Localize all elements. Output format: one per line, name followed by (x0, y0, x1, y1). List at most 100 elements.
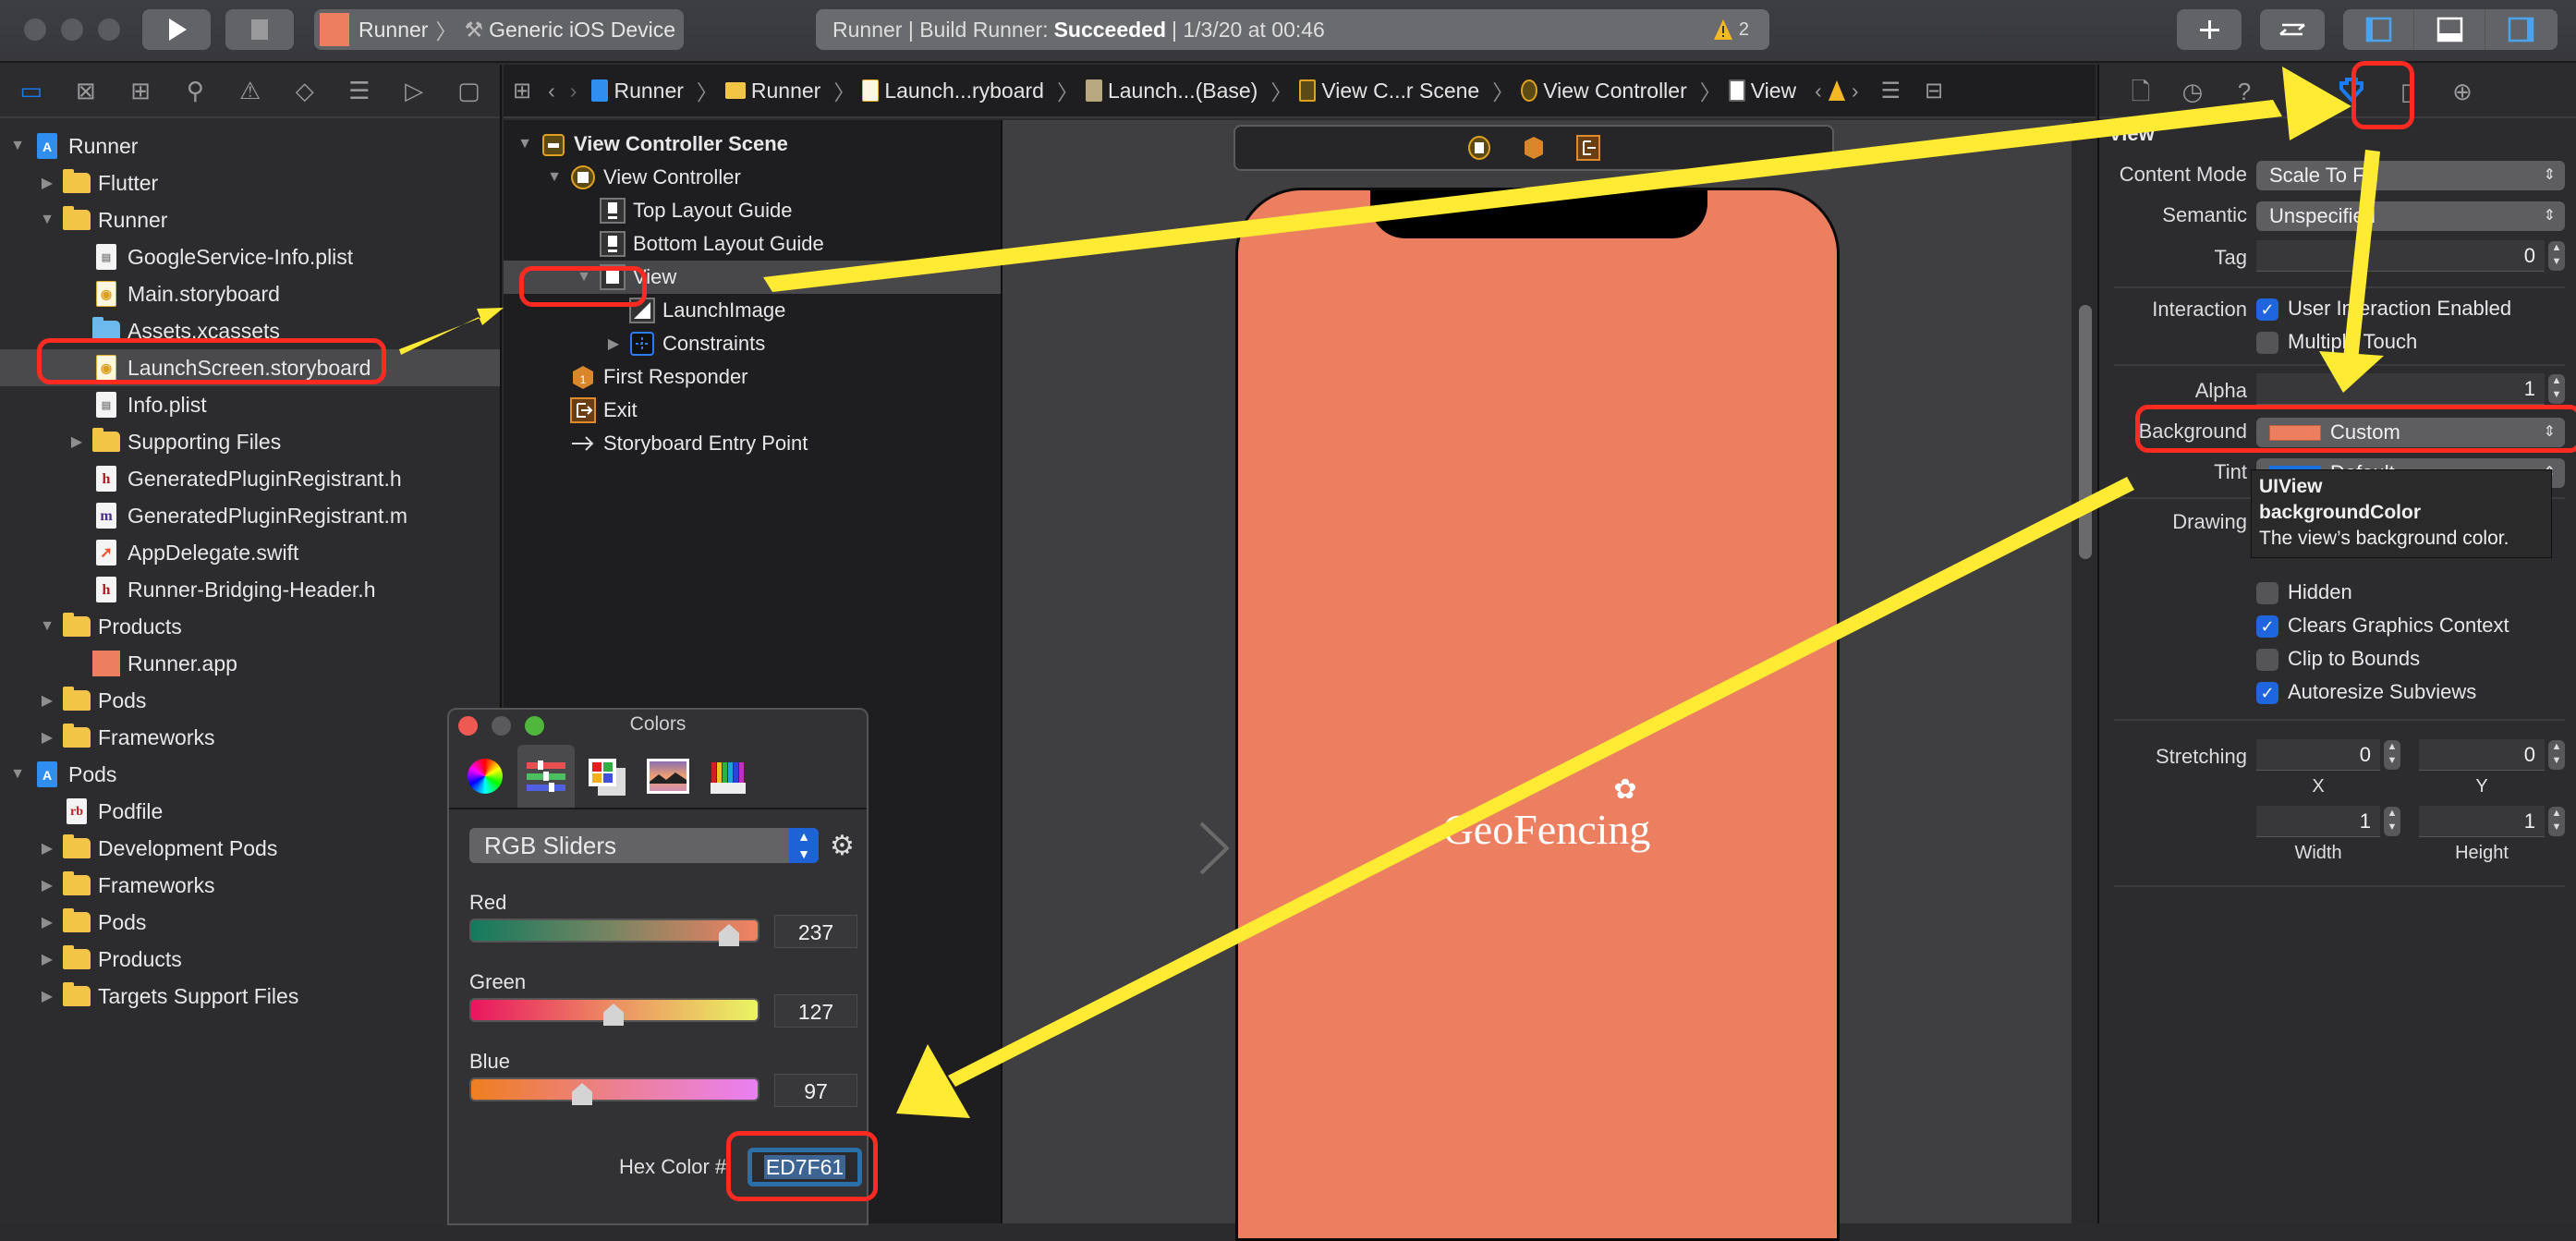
disclosure-right-icon[interactable]: ▶ (39, 839, 55, 858)
navigator-item[interactable]: ▶ Products (0, 941, 500, 978)
navigator-item[interactable]: rb Podfile (0, 793, 500, 830)
zoom-window-button[interactable] (98, 18, 120, 41)
color-mode-select[interactable]: RGB Sliders ▲ ▼ (469, 828, 819, 863)
disclosure-right-icon[interactable]: ▶ (68, 432, 85, 451)
first-responder-icon[interactable] (1523, 135, 1545, 161)
toggle-navigator-button[interactable] (2343, 9, 2414, 50)
outline-item[interactable]: Bottom Layout Guide (504, 227, 1001, 261)
navigator-item[interactable]: ▶ Development Pods (0, 830, 500, 867)
alpha-stepper[interactable]: ▲ ▼ (2548, 374, 2565, 404)
outline-item[interactable]: Top Layout Guide (504, 194, 1001, 227)
clears-graphics-checkbox[interactable]: ✓ (2256, 615, 2278, 638)
outline-item[interactable]: 1 First Responder (504, 360, 1001, 394)
toggle-inspector-button[interactable] (2485, 9, 2557, 50)
user-interaction-checkbox[interactable]: ✓ (2256, 298, 2278, 321)
navigator-item[interactable]: ▼ A Pods (0, 756, 500, 793)
navigator-item[interactable]: ▶ Targets Support Files (0, 978, 500, 1015)
disclosure-down-icon[interactable]: ▼ (9, 766, 26, 783)
navigator-item[interactable]: ▶ Frameworks (0, 867, 500, 904)
forward-button[interactable]: › (570, 79, 577, 103)
disclosure-down-icon[interactable]: ▼ (516, 136, 533, 152)
navigator-item[interactable]: ▶ Pods (0, 682, 500, 719)
background-color-select[interactable]: Custom ⇕ (2256, 418, 2565, 447)
outline-item[interactable]: LaunchImage (504, 294, 1001, 327)
outline-item[interactable]: ▼ View Controller (504, 161, 1001, 194)
color-sliders-tab[interactable] (517, 745, 575, 808)
test-icon[interactable]: ◇ (291, 77, 319, 104)
stop-button[interactable] (225, 9, 294, 50)
navigator-item[interactable]: h GeneratedPluginRegistrant.h (0, 460, 500, 497)
report-icon[interactable]: ▢ (455, 77, 482, 104)
view-controller-icon[interactable] (1467, 135, 1491, 161)
add-editor-icon[interactable]: ⊟ (1925, 78, 1943, 104)
navigator-item[interactable]: Assets.xcassets (0, 312, 500, 349)
clip-bounds-checkbox[interactable] (2256, 649, 2278, 671)
outline-item[interactable]: ▶ Constraints (504, 327, 1001, 360)
stretch-height-stepper[interactable]: ▲ ▼ (2548, 807, 2565, 836)
navigator-item[interactable]: ▤ Info.plist (0, 386, 500, 423)
toggle-debug-button[interactable] (2414, 9, 2485, 50)
navigator-item[interactable]: m GeneratedPluginRegistrant.m (0, 497, 500, 534)
outline-item[interactable]: ▼ View Controller Scene (504, 128, 1001, 161)
breadcrumb-item[interactable]: View C...r Scene (1299, 79, 1479, 103)
breadcrumb-item[interactable]: Runner (591, 79, 684, 103)
blue-value-field[interactable]: 97 (774, 1074, 857, 1107)
exit-icon[interactable] (1576, 135, 1600, 161)
back-button[interactable]: ‹ (548, 79, 555, 103)
navigator-item[interactable]: ▤ GoogleService-Info.plist (0, 238, 500, 275)
warning-icon[interactable] (1828, 79, 1846, 102)
navigator-item[interactable]: Runner.app (0, 645, 500, 682)
source-control-icon[interactable]: ⊠ (72, 77, 100, 104)
entry-point-arrow[interactable] (1090, 821, 1229, 876)
stretch-width-stepper[interactable]: ▲ ▼ (2384, 807, 2400, 836)
color-palettes-tab[interactable] (578, 745, 636, 808)
tag-field[interactable]: 0 (2256, 240, 2545, 272)
hex-color-field[interactable]: ED7F61 (747, 1148, 862, 1186)
identity-inspector-icon[interactable]: ▤ (2282, 78, 2310, 105)
blue-slider[interactable] (469, 1077, 759, 1105)
red-slider[interactable] (469, 919, 759, 946)
tag-stepper[interactable]: ▲ ▼ (2548, 241, 2565, 271)
disclosure-right-icon[interactable]: ▶ (39, 950, 55, 968)
warning-badge[interactable]: 2 (1713, 18, 1749, 41)
stretch-height-field[interactable]: 1 (2419, 806, 2545, 837)
disclosure-right-icon[interactable]: ▶ (605, 335, 622, 353)
breadcrumb-item[interactable]: View Controller (1521, 79, 1687, 103)
file-inspector-icon[interactable]: 🗋 (2127, 78, 2155, 105)
symbol-navigator-icon[interactable]: ⊞ (127, 77, 154, 104)
disclosure-down-icon[interactable]: ▼ (39, 212, 55, 228)
disclosure-right-icon[interactable]: ▶ (39, 987, 55, 1005)
debug-icon[interactable]: ☰ (346, 77, 373, 104)
document-items-icon[interactable]: ☰ (1881, 78, 1902, 104)
library-button[interactable] (2177, 9, 2242, 50)
run-button[interactable] (142, 9, 211, 50)
outline-item[interactable]: Storyboard Entry Point (504, 427, 1001, 460)
color-wheel-tab[interactable] (456, 745, 514, 808)
navigator-item[interactable]: ▶ Frameworks (0, 719, 500, 756)
navigator-item[interactable]: ▼ Runner (0, 201, 500, 238)
issue-prev-button[interactable]: ‹ (1815, 79, 1822, 103)
green-value-field[interactable]: 127 (774, 994, 857, 1028)
green-slider-thumb[interactable] (603, 1004, 624, 1026)
navigator-item[interactable]: ▶ Pods (0, 904, 500, 941)
scheme-selector[interactable]: Runner 〉 ⚒ Generic iOS Device (314, 9, 684, 50)
close-window-button[interactable] (24, 18, 46, 41)
attributes-inspector-icon[interactable] (2338, 78, 2365, 105)
hidden-checkbox[interactable] (2256, 582, 2278, 604)
red-slider-thumb[interactable] (719, 924, 739, 946)
navigator-item[interactable]: h Runner-Bridging-Header.h (0, 571, 500, 608)
outline-item[interactable]: ▼ View (504, 261, 1001, 294)
navigator-item[interactable]: ➚ AppDelegate.swift (0, 534, 500, 571)
related-items-icon[interactable]: ⊞ (513, 78, 531, 104)
disclosure-right-icon[interactable]: ▶ (39, 174, 55, 192)
navigator-item[interactable]: ▼ Products (0, 608, 500, 645)
disclosure-right-icon[interactable]: ▶ (39, 728, 55, 747)
quick-help-icon[interactable]: ? (2230, 78, 2258, 105)
stretch-y-stepper[interactable]: ▲ ▼ (2548, 740, 2565, 770)
disclosure-down-icon[interactable]: ▼ (546, 169, 563, 186)
minimize-window-button[interactable] (61, 18, 83, 41)
stretch-x-field[interactable]: 0 (2256, 739, 2380, 771)
project-navigator-icon[interactable]: ▭ (18, 77, 45, 104)
navigator-item[interactable]: ◉ Main.storyboard (0, 275, 500, 312)
navigator-item[interactable]: ◉ LaunchScreen.storyboard (0, 349, 500, 386)
